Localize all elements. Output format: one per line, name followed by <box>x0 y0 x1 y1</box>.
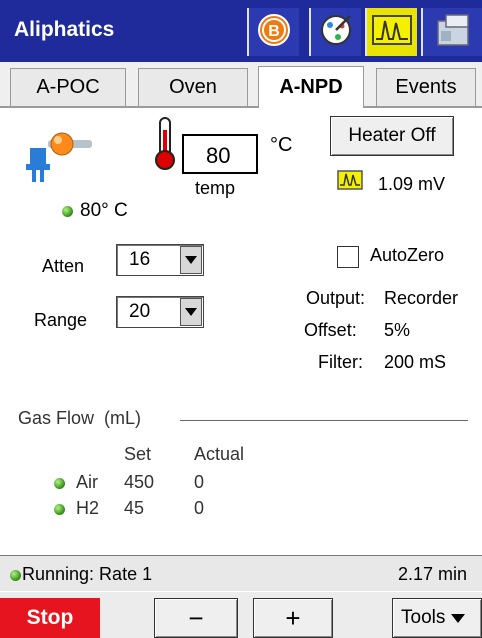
badge-letter: B <box>268 23 280 40</box>
filter-label: Filter: <box>318 352 363 372</box>
range-select[interactable]: 20 <box>116 296 204 328</box>
signal-icon <box>372 14 412 50</box>
thermometer-icon <box>150 116 178 177</box>
chevron-down-icon <box>180 246 202 274</box>
heater-off-button[interactable]: Heater Off <box>330 116 454 156</box>
gas-flow-divider <box>180 420 468 421</box>
running-status-dot <box>10 570 21 581</box>
temp-caption: temp <box>195 178 236 198</box>
plus-button[interactable]: + <box>253 598 333 638</box>
atten-value: 16 <box>129 249 151 270</box>
offset-label: Offset: <box>304 320 357 340</box>
detector-icon <box>20 124 96 191</box>
range-value: 20 <box>129 301 151 322</box>
tools-label: Tools <box>401 607 446 628</box>
filter-value: 200 mS <box>384 352 447 372</box>
signal-value: 1.09 mV <box>378 174 446 194</box>
air-set: 450 <box>124 472 155 492</box>
temp-status-dot <box>62 206 73 217</box>
air-actual: 0 <box>194 472 205 492</box>
atten-select[interactable]: 16 <box>116 244 204 276</box>
output-value: Recorder <box>384 288 459 308</box>
col-actual-header: Actual <box>194 444 245 464</box>
minus-button[interactable]: − <box>154 598 238 638</box>
air-name: Air <box>76 472 98 492</box>
tab-a-npd[interactable]: A-NPD <box>258 66 364 108</box>
h2-status-dot <box>54 504 65 515</box>
temp-setpoint-field[interactable]: 80 <box>182 134 258 174</box>
signal-small-icon <box>337 170 363 195</box>
h2-name: H2 <box>76 498 100 518</box>
actual-temp: 80° C <box>80 200 128 221</box>
gas-flow-title: Gas Flow (mL) <box>18 408 142 428</box>
b-badge-button[interactable]: B <box>247 8 299 56</box>
atten-label: Atten <box>42 256 85 276</box>
instrument-icon <box>432 11 474 54</box>
chevron-down-icon <box>451 607 466 629</box>
signal-button[interactable] <box>365 8 417 56</box>
h2-actual: 0 <box>194 498 205 518</box>
col-set-header: Set <box>124 444 152 464</box>
instrument-button[interactable] <box>421 8 482 56</box>
app-title: Aliphatics <box>14 18 115 41</box>
temp-unit: °C <box>270 134 293 156</box>
dial-button[interactable] <box>309 8 361 56</box>
output-label: Output: <box>306 288 366 308</box>
offset-value: 5% <box>384 320 411 340</box>
tab-oven[interactable]: Oven <box>138 68 248 106</box>
stop-button[interactable]: Stop <box>0 598 100 638</box>
status-text: Running: Rate 1 <box>22 564 153 584</box>
chevron-down-icon <box>180 298 202 326</box>
tools-menu-button[interactable]: Tools <box>392 598 482 638</box>
air-status-dot <box>54 478 65 489</box>
range-label: Range <box>34 310 88 330</box>
b-badge-icon: B <box>257 13 291 52</box>
temp-setpoint-value: 80 <box>206 143 231 168</box>
status-time: 2.17 min <box>398 564 468 584</box>
tab-a-poc[interactable]: A-POC <box>10 68 126 106</box>
autozero-checkbox[interactable] <box>337 246 359 268</box>
tab-events[interactable]: Events <box>376 68 476 106</box>
h2-set: 45 <box>124 498 145 518</box>
dial-icon <box>318 12 354 53</box>
autozero-label: AutoZero <box>370 245 445 265</box>
